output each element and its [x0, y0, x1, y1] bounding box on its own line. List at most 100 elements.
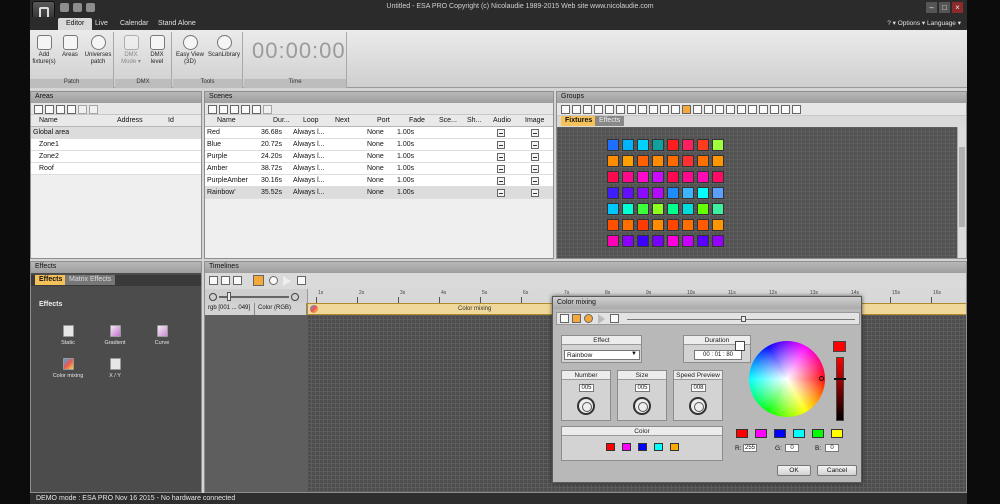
- tl-end-icon[interactable]: [297, 276, 306, 285]
- color-swatch[interactable]: [622, 443, 631, 451]
- group-tool-icon[interactable]: [726, 105, 735, 114]
- col-fade[interactable]: Fade: [409, 117, 425, 124]
- new-area-icon[interactable]: [34, 105, 43, 114]
- fixture-cell[interactable]: [652, 203, 664, 215]
- quick-save-icon[interactable]: [86, 3, 95, 12]
- col-address[interactable]: Address: [117, 117, 143, 124]
- fixture-cell[interactable]: [712, 187, 724, 199]
- minimize-button[interactable]: –: [926, 2, 937, 13]
- fixture-cell[interactable]: [652, 187, 664, 199]
- fixture-cell[interactable]: [682, 155, 694, 167]
- color-swatch[interactable]: [638, 443, 647, 451]
- tl-play-icon[interactable]: [283, 276, 291, 286]
- image-cell-icon[interactable]: [531, 165, 539, 173]
- scene-row[interactable]: PurpleAmber 30.16s Always l... None 1.00s: [205, 175, 553, 187]
- track-name[interactable]: rgb [001 ... 049]: [205, 303, 255, 315]
- col-loop[interactable]: Loop: [303, 117, 319, 124]
- fixture-cell[interactable]: [682, 171, 694, 183]
- groups-scrollbar[interactable]: [957, 127, 966, 258]
- effect-select[interactable]: Rainbow ▼: [564, 350, 640, 360]
- quick-open-icon[interactable]: [73, 3, 82, 12]
- effect-gradient[interactable]: Gradient: [95, 325, 135, 346]
- col-audio[interactable]: Audio: [493, 117, 511, 124]
- ok-button[interactable]: OK: [777, 465, 811, 476]
- copy-scene-icon[interactable]: [219, 105, 228, 114]
- fixture-cell[interactable]: [712, 203, 724, 215]
- audio-cell-icon[interactable]: [497, 129, 505, 137]
- fixture-cell[interactable]: [607, 187, 619, 199]
- dlg-play-icon[interactable]: [598, 314, 605, 324]
- fixture-cell[interactable]: [607, 235, 619, 247]
- group-tool-icon[interactable]: [781, 105, 790, 114]
- fixture-cell[interactable]: [622, 219, 634, 231]
- color-swatch[interactable]: [606, 443, 615, 451]
- col-scene-name[interactable]: Name: [217, 117, 236, 124]
- fixture-cell[interactable]: [667, 235, 679, 247]
- new-scene-icon[interactable]: [208, 105, 217, 114]
- fixture-cell[interactable]: [637, 219, 649, 231]
- audio-cell-icon[interactable]: [497, 153, 505, 161]
- group-tool-icon[interactable]: [792, 105, 801, 114]
- blue-field[interactable]: 0: [825, 444, 839, 452]
- duration-field[interactable]: 00 : 01 : 80: [694, 350, 742, 360]
- palette-swatch[interactable]: [831, 429, 843, 438]
- group-tool-icon[interactable]: [671, 105, 680, 114]
- area-row[interactable]: Zone1: [31, 139, 201, 151]
- tab-fixtures[interactable]: Fixtures: [561, 116, 597, 126]
- fixture-cell[interactable]: [697, 235, 709, 247]
- scene-row[interactable]: Red 36.68s Always l... None 1.00s: [205, 127, 553, 139]
- fixture-cell[interactable]: [637, 155, 649, 167]
- fixture-cell[interactable]: [712, 139, 724, 151]
- group-tool-icon[interactable]: [748, 105, 757, 114]
- effect-static[interactable]: Static: [48, 325, 88, 346]
- fixture-cell[interactable]: [637, 203, 649, 215]
- tab-stand-alone[interactable]: Stand Alone: [150, 18, 204, 30]
- fixture-cell[interactable]: [607, 203, 619, 215]
- dlg-stop-icon[interactable]: [584, 314, 593, 323]
- fixture-cell[interactable]: [697, 139, 709, 151]
- group-tool-icon[interactable]: [649, 105, 658, 114]
- fixture-cell[interactable]: [637, 139, 649, 151]
- effect-color-mixing[interactable]: Color mixing: [48, 358, 88, 379]
- palette-swatch[interactable]: [774, 429, 786, 438]
- fixture-cell[interactable]: [697, 219, 709, 231]
- dmx-level-button[interactable]: DMX level: [145, 35, 169, 66]
- fixture-cell[interactable]: [712, 219, 724, 231]
- scene-row[interactable]: Amber 38.72s Always l... None 1.00s: [205, 163, 553, 175]
- zoom-in-icon[interactable]: [291, 293, 299, 301]
- color-wheel-cursor[interactable]: [819, 376, 824, 381]
- fixture-cell[interactable]: [712, 171, 724, 183]
- tl-add-icon[interactable]: [209, 276, 218, 285]
- brightness-thumb[interactable]: [834, 378, 846, 380]
- fixture-cell[interactable]: [607, 219, 619, 231]
- effect-xy[interactable]: X / Y: [95, 358, 135, 379]
- image-cell-icon[interactable]: [531, 141, 539, 149]
- area-row[interactable]: Zone2: [31, 151, 201, 163]
- group-tool-icon[interactable]: [561, 105, 570, 114]
- audio-cell-icon[interactable]: [497, 165, 505, 173]
- image-cell-icon[interactable]: [531, 129, 539, 137]
- fixture-cell[interactable]: [697, 187, 709, 199]
- color-wheel[interactable]: [749, 341, 825, 417]
- edit-area-icon[interactable]: [56, 105, 65, 114]
- fixture-cell[interactable]: [622, 235, 634, 247]
- area-row[interactable]: Global area: [31, 127, 201, 139]
- group-tool-icon[interactable]: [594, 105, 603, 114]
- universes-patch-button[interactable]: Universes patch: [84, 35, 112, 66]
- fixture-cell[interactable]: [622, 139, 634, 151]
- fixture-cell[interactable]: [682, 139, 694, 151]
- image-cell-icon[interactable]: [531, 177, 539, 185]
- effect-curve[interactable]: Curve: [142, 325, 182, 346]
- fixture-cell[interactable]: [712, 155, 724, 167]
- tl-stop-icon[interactable]: [269, 276, 278, 285]
- scene-row[interactable]: Purple 24.20s Always l... None 1.00s: [205, 151, 553, 163]
- fixture-cell[interactable]: [697, 203, 709, 215]
- scene-row[interactable]: Blue 20.72s Always l... None 1.00s: [205, 139, 553, 151]
- audio-cell-icon[interactable]: [497, 177, 505, 185]
- fixture-cell[interactable]: [667, 187, 679, 199]
- fixture-cell[interactable]: [682, 203, 694, 215]
- zoom-slider-thumb[interactable]: [227, 292, 231, 301]
- speed-preview-field[interactable]: 008: [691, 384, 706, 392]
- dmx-mode-button[interactable]: DMX Mode ▾: [119, 35, 143, 66]
- tl-remove-icon[interactable]: [233, 276, 242, 285]
